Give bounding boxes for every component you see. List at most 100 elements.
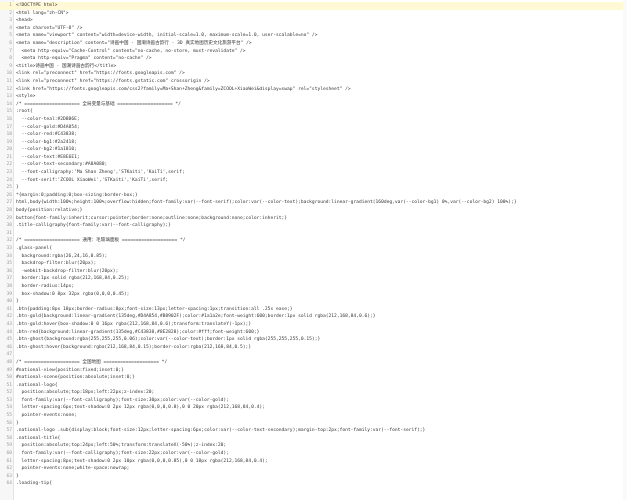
vertical-scrollbar[interactable] (623, 0, 627, 500)
code-text: #national-scene{position:absolute;inset:… (16, 375, 135, 381)
code-text: <!DOCTYPE html> (16, 3, 58, 8)
code-line[interactable]: 61 letter-spacing:8px;text-shadow:0 2px … (0, 458, 627, 466)
code-line[interactable]: 2 <html lang="zh-CN"> (0, 10, 627, 18)
code-text: #national-view{position:fixed;inset:0;} (16, 367, 124, 373)
code-line[interactable]: 5 <meta name="viewport" content="width=de… (0, 32, 627, 40)
code-line[interactable]: 49 #national-view{position:fixed;inset:0;… (0, 367, 627, 375)
code-text: background:rgba(26,24,16,0.85); (16, 253, 108, 259)
code-line[interactable]: 64 .loading-tip{ (0, 480, 627, 488)
code-line[interactable]: 3 <head> (0, 17, 627, 25)
code-text: .btn-gold{background:linear-gradient(135… (16, 314, 376, 320)
code-text: .btn-red{background:linear-gradient(135d… (16, 329, 260, 335)
code-line[interactable]: 43 .btn-gold:hover{box-shadow:0 0 16px rg… (0, 321, 627, 329)
code-line[interactable]: 14 /* ==================== 全局变量与基础 ======… (0, 101, 627, 109)
code-line[interactable]: 33 .glass-panel{ (0, 245, 627, 253)
code-text: border-radius:14px; (16, 283, 75, 289)
line-number: 26 (6, 192, 12, 198)
line-number: 34 (6, 253, 12, 259)
code-line[interactable]: 48 /* ==================== 全国地图 =========… (0, 359, 627, 367)
code-line[interactable]: 19 --color-bg1:#2a2418; (0, 139, 627, 147)
code-line[interactable]: 37 border:1px solid rgba(212,168,84,0.25… (0, 275, 627, 283)
code-line[interactable]: 35 backdrop-filter:blur(20px); (0, 260, 627, 268)
code-line[interactable]: 41 .btn{padding:8px 18px;border-radius:8p… (0, 306, 627, 314)
line-number: 16 (6, 116, 12, 122)
line-number: 3 (9, 18, 12, 24)
code-text: <meta name="description" content="诗画中国 ·… (16, 40, 252, 46)
code-line[interactable]: 50 #national-scene{position:absolute;inse… (0, 374, 627, 382)
code-line[interactable]: 45 .btn-ghost{background:rgba(255,255,255… (0, 336, 627, 344)
code-line[interactable]: 31 (0, 230, 627, 238)
code-line[interactable]: 16 --color-teal:#2D8B6E; (0, 116, 627, 124)
code-line[interactable]: 4 <meta charset="UTF-8" /> (0, 25, 627, 33)
code-line[interactable]: 1 <!DOCTYPE html> (0, 2, 627, 10)
code-text: <title>诗画中国 · 国潮诗画古韵行</title> (16, 63, 117, 69)
code-line[interactable]: 59 position:absolute;top:24px;left:50%;t… (0, 442, 627, 450)
code-line[interactable]: 8 <meta http-equiv="Pragma" content="no-… (0, 55, 627, 63)
code-line[interactable]: 30 .title-calligraphy{font-family:var(--f… (0, 222, 627, 230)
code-line[interactable]: 17 --color-gold:#D4A854; (0, 124, 627, 132)
code-line[interactable]: 6 <meta name="description" content="诗画中国 … (0, 40, 627, 48)
code-line[interactable]: 60 font-family:var(--font-calligraphy);f… (0, 450, 627, 458)
code-line[interactable]: 56} (0, 420, 627, 428)
code-line[interactable]: 25} (0, 184, 627, 192)
code-line[interactable]: 42 .btn-gold{background:linear-gradient(1… (0, 313, 627, 321)
code-line[interactable]: 26 *{margin:0;padding:0;box-sizing:border… (0, 192, 627, 200)
line-number: 12 (6, 86, 12, 92)
code-line[interactable]: 18 --color-red:#C43838; (0, 131, 627, 139)
code-line[interactable]: 12 <link href="https://fonts.googleapis.c… (0, 86, 627, 94)
code-line[interactable]: 11 <link rel="preconnect" href="https://f… (0, 78, 627, 86)
line-number: 63 (6, 473, 12, 479)
code-line[interactable]: 53 font-family:var(--font-calligraphy);f… (0, 397, 627, 405)
code-line[interactable]: 10 <link rel="preconnect" href="https://f… (0, 70, 627, 78)
line-number: 62 (6, 466, 12, 472)
line-number: 18 (6, 132, 12, 138)
code-text: *{margin:0;padding:0;box-sizing:border-b… (16, 192, 138, 198)
code-line[interactable]: 23 --font-calligraphy:'Ma Shan Zheng','S… (0, 169, 627, 177)
code-line[interactable]: 21 --color-text:#E8E6E1; (0, 154, 627, 162)
code-line[interactable]: 22 --color-text-secondary:#A8A080; (0, 161, 627, 169)
code-line[interactable]: 57 .national-logo .sub{display:block;font… (0, 427, 627, 435)
code-line[interactable]: 24 --font-serif:'ZCOOL XiaoWei','STKaiti… (0, 177, 627, 185)
code-line[interactable]: 38 border-radius:14px; (0, 283, 627, 291)
code-line[interactable]: 58 .national-title{ (0, 435, 627, 443)
code-line[interactable]: 47 (0, 351, 627, 359)
code-text: <link rel="preconnect" href="https://fon… (16, 71, 185, 77)
code-lines[interactable]: 1 <!DOCTYPE html> 2 <html lang="zh-CN"> 3 <he… (0, 2, 627, 488)
code-line[interactable]: 44 .btn-red{background:linear-gradient(13… (0, 329, 627, 337)
code-line[interactable]: 34 background:rgba(26,24,16,0.85); (0, 253, 627, 261)
code-line[interactable]: 54 letter-spacing:6px;text-shadow:0 2px … (0, 404, 627, 412)
code-line[interactable]: 46 .btn-ghost:hover{background:rgba(212,1… (0, 344, 627, 352)
code-line[interactable]: 9 <title>诗画中国 · 国潮诗画古韵行</title> (0, 63, 627, 71)
code-line[interactable]: 62 pointer-events:none;white-space:nowra… (0, 465, 627, 473)
code-line[interactable]: 39 box-shadow:0 8px 32px rgba(0,0,0,0.45… (0, 291, 627, 299)
line-number: 59 (6, 443, 12, 449)
code-line[interactable]: 51 .national-logo{ (0, 382, 627, 390)
code-text: --font-serif:'ZCOOL XiaoWei','STKaiti','… (16, 177, 169, 183)
code-text: .btn-ghost:hover{background:rgba(212,168… (16, 344, 252, 350)
code-line[interactable]: 27 html,body{width:100%;height:100%;overf… (0, 199, 627, 207)
code-line[interactable]: 36 -webkit-backdrop-filter:blur(20px); (0, 268, 627, 276)
code-text: :root{ (16, 109, 33, 115)
code-line[interactable]: 40} (0, 298, 627, 306)
code-line[interactable]: 20 --color-bg2:#1a1810; (0, 146, 627, 154)
code-text: .glass-panel{ (16, 246, 52, 251)
line-number: 58 (6, 435, 12, 441)
code-line[interactable]: 63} (0, 473, 627, 481)
code-line[interactable]: 28 body{position:relative;} (0, 207, 627, 215)
code-line[interactable]: 15:root{ (0, 108, 627, 116)
code-line[interactable]: 29 button{font-family:inherit;cursor:poin… (0, 215, 627, 223)
code-text: -webkit-backdrop-filter:blur(20px); (16, 268, 119, 274)
code-text: pointer-events:none;white-space:nowrap; (16, 466, 130, 472)
code-line[interactable]: 7 <meta http-equiv="Cache-Control" conte… (0, 48, 627, 56)
code-text: font-family:var(--font-calligraphy);font… (16, 451, 229, 457)
code-line[interactable]: 13 <style> (0, 93, 627, 101)
code-text: letter-spacing:6px;text-shadow:0 2px 12p… (16, 405, 265, 411)
code-line[interactable]: 55 pointer-events:none; (0, 412, 627, 420)
code-line[interactable]: 32 /* ==================== 通用：毛玻璃面板 =====… (0, 237, 627, 245)
code-text: --color-red:#C43838; (16, 132, 77, 138)
code-line[interactable]: 52 position:absolute;top:18px;left:22px;… (0, 389, 627, 397)
line-number: 5 (9, 33, 12, 39)
code-text: /* ==================== 全局变量与基础 ========… (16, 101, 181, 107)
line-number: 56 (6, 420, 12, 426)
code-viewer[interactable]: 1 <!DOCTYPE html> 2 <html lang="zh-CN"> 3 <he… (0, 0, 627, 500)
